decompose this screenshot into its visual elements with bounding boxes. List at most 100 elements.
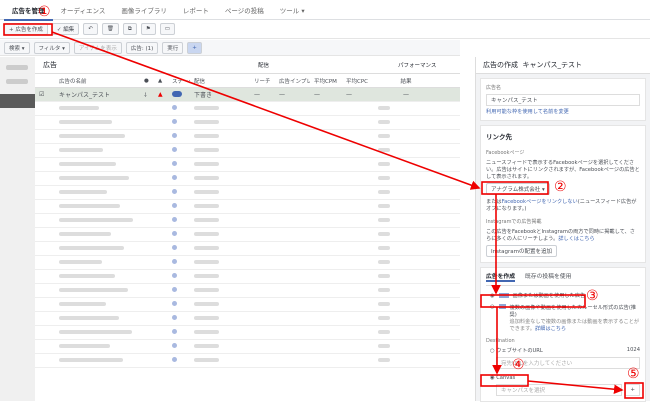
group-performance: パフォーマンス — [398, 63, 437, 69]
cpc-value: — — [346, 91, 352, 98]
ig-more-link[interactable]: 詳しくはこちら — [558, 236, 594, 242]
radio-carousel[interactable]: ○ — [490, 304, 495, 332]
format-single: 画像または動画を使用した広告 — [512, 293, 586, 299]
reach-value: — — [254, 91, 260, 98]
radio-website[interactable]: ○ — [490, 348, 495, 354]
tag-icon[interactable]: ⚑ — [140, 23, 156, 35]
status-toggle[interactable] — [172, 90, 182, 97]
ad-name-input[interactable]: キャンパス_テスト — [486, 94, 640, 106]
col-warning[interactable]: ▲ — [154, 78, 168, 84]
panel-title-name: キャンパス_テスト — [522, 61, 582, 69]
table-row-placeholder — [35, 130, 460, 144]
table-row-placeholder — [35, 200, 460, 214]
table-row-placeholder — [35, 172, 460, 186]
table-row-placeholder — [35, 298, 460, 312]
col-status[interactable]: ステータス — [168, 77, 190, 85]
no-link-link[interactable]: Facebookページをリンクしない — [502, 199, 578, 205]
table-row-placeholder — [35, 158, 460, 172]
pin-icon: ⸸ — [144, 91, 147, 99]
fb-page-desc: ニュースフィードで表示するFacebookページを選択してください。広告はサイト… — [486, 160, 640, 180]
left-sidebar — [0, 57, 35, 401]
table-row-placeholder — [35, 144, 460, 158]
ig-add-button[interactable]: Instagramの配置を追加 — [486, 245, 557, 257]
col-cpc[interactable]: 平均CPC — [342, 77, 374, 85]
carousel-format-icon — [498, 304, 506, 309]
col-cpm[interactable]: 平均CPM — [310, 77, 342, 85]
table-row-placeholder — [35, 284, 460, 298]
page-select[interactable]: アナグラム株式会社 ▾ — [486, 183, 550, 195]
col-delivery[interactable]: 配信 — [190, 77, 250, 85]
add-button[interactable]: + — [187, 41, 202, 54]
format-carousel: 複数の画像や動画を使用したカルーセル形式の広告(推奨) — [509, 305, 637, 318]
link-section-title: リンク先 — [486, 133, 512, 141]
delete-icon[interactable]: 🗑 — [101, 23, 119, 35]
tab-image-library[interactable]: 画像ライブラリ — [113, 5, 175, 15]
row-name[interactable]: キャンパス_テスト — [55, 90, 140, 99]
annotation-1: ① — [38, 4, 51, 20]
run-button[interactable]: 実行 — [162, 41, 184, 54]
ads-table: 広告 配信 パフォーマンス 広告の名前 ● ▲ ステータス 配信 リーチ 広告イ… — [35, 57, 460, 401]
col-impressions[interactable]: 広告インプレ — [275, 77, 310, 85]
table-row-placeholder — [35, 116, 460, 130]
top-nav: 広告を管理 オーディエンス 画像ライブラリ レポート ページの投稿 ツール ▾ — [0, 0, 650, 21]
tab-existing-post[interactable]: 既存の投稿を使用 — [525, 271, 571, 282]
table-title: 広告 — [43, 61, 57, 69]
annotation-3: ③ — [586, 288, 599, 304]
col-name[interactable]: 広告の名前 — [55, 77, 140, 85]
ig-label: Instagramでの広告掲載 — [486, 219, 542, 225]
table-row-placeholder — [35, 228, 460, 242]
no-link-pre: または — [486, 199, 502, 205]
table-row-placeholder — [35, 354, 460, 368]
carousel-more-link[interactable]: 詳細はこちら — [535, 326, 566, 332]
tab-tools[interactable]: ツール ▾ — [272, 5, 313, 15]
filter-button[interactable]: フィルタ ▾ — [33, 41, 70, 54]
fb-page-label: Facebookページ — [486, 150, 525, 156]
radio-single[interactable]: ◉ — [490, 293, 495, 299]
annotation-5: ⑤ — [627, 366, 640, 382]
undo-icon[interactable]: ↶ — [83, 23, 98, 35]
preview-icon[interactable]: ▭ — [159, 23, 175, 35]
annotation-2: ② — [554, 179, 567, 195]
char-count: 1024 — [626, 347, 640, 353]
table-row-placeholder — [35, 186, 460, 200]
duplicate-icon[interactable]: ⧉ — [122, 23, 137, 35]
destination-label: Destination — [486, 338, 515, 344]
add-canvas-button[interactable]: + — [625, 384, 640, 396]
create-ad-button[interactable]: + 広告を作成 — [4, 23, 48, 35]
cpm-value: — — [314, 91, 320, 98]
tab-audience[interactable]: オーディエンス — [53, 5, 114, 15]
canvas-label: Canvas — [496, 375, 516, 381]
results-value: — — [403, 91, 409, 98]
row-checkbox[interactable]: ☑ — [35, 91, 55, 98]
group-delivery: 配信 — [258, 63, 270, 69]
warning-icon: ▲ — [158, 91, 163, 98]
canvas-select[interactable]: キャンパスを選択 — [496, 384, 623, 396]
ad-name-label: 広告名 — [486, 85, 502, 91]
rename-link[interactable]: 利用可能な枠を使用して名前を変更 — [486, 108, 640, 115]
website-url-label: ウェブサイトのURL — [496, 348, 543, 354]
table-row-placeholder — [35, 102, 460, 116]
edit-button[interactable]: ✓ 編集 — [51, 23, 80, 35]
toolbar: + 広告を作成 ✓ 編集 ↶ 🗑 ⧉ ⚑ ▭ — [0, 20, 650, 39]
tab-reports[interactable]: レポート — [175, 5, 217, 15]
table-row-placeholder — [35, 270, 460, 284]
filter-bar: 検索 ▾ フィルタ ▾ アイテムを表示 広告: (1) 実行 + — [0, 40, 460, 56]
col-reach[interactable]: リーチ — [250, 77, 275, 85]
show-items-button[interactable]: アイテムを表示 — [73, 41, 122, 54]
radio-canvas[interactable]: ◉ — [490, 375, 495, 381]
impressions-value: — — [279, 91, 285, 98]
tab-create-ad[interactable]: 広告を作成 — [486, 271, 515, 282]
tab-page-posts[interactable]: ページの投稿 — [217, 5, 272, 15]
table-row[interactable]: ☑ キャンパス_テスト ⸸ ▲ 下書き — — — — — — [35, 88, 460, 102]
table-row-placeholder — [35, 242, 460, 256]
table-row-placeholder — [35, 214, 460, 228]
panel-title: 広告の作成 — [483, 61, 518, 69]
col-dot[interactable]: ● — [140, 78, 154, 84]
table-row-placeholder — [35, 312, 460, 326]
search-button[interactable]: 検索 ▾ — [4, 41, 30, 54]
annotation-4: ④ — [512, 357, 525, 373]
single-format-icon — [498, 293, 509, 298]
delivery-status: 下書き — [194, 92, 213, 99]
col-results[interactable]: 結果 — [374, 77, 434, 85]
carousel-desc: 追加料金なしで複数の画像または動画を表示することができます。 — [509, 319, 640, 332]
